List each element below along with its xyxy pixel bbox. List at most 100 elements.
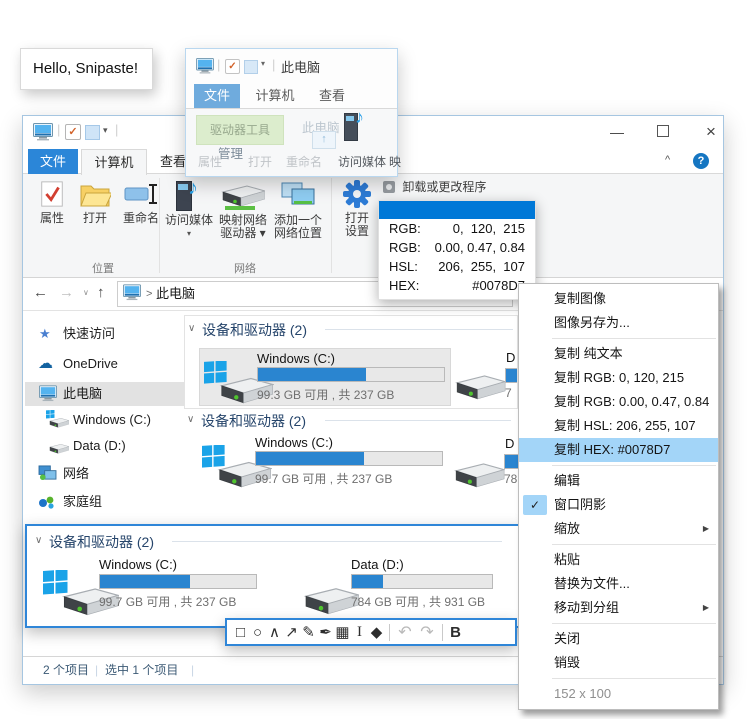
help-icon[interactable]: ? — [693, 153, 709, 169]
menu-item-close[interactable]: 关闭 — [519, 627, 718, 651]
access-media-caret: ▾ — [164, 227, 214, 240]
forward-icon[interactable]: → — [59, 284, 74, 301]
hex-label: HEX: — [389, 276, 419, 295]
menu-item-save-image-as[interactable]: 图像另存为... — [519, 311, 718, 335]
open-settings-button[interactable]: 打开 设置 — [337, 179, 377, 238]
pinned-explorer-snippet[interactable]: | ✓ ▾ | 此电脑 文件 计算机 查看 驱动器工具 管理 此电脑 ↑ ♪ 属… — [185, 48, 398, 177]
mini-tab-file: 文件 — [194, 84, 240, 108]
capacity-bar — [505, 368, 518, 383]
menu-item-copy-hsl[interactable]: 复制 HSL: 206, 255, 107 — [519, 414, 718, 438]
sidebar-item-network[interactable]: 网络 — [23, 462, 186, 486]
sidebar-item-onedrive[interactable]: ☁ OneDrive — [23, 352, 186, 376]
sidebar-label: OneDrive — [63, 352, 118, 376]
tab-computer-label: 计算机 — [94, 155, 133, 170]
network-icon — [38, 465, 57, 489]
open-button[interactable]: 打开 — [75, 179, 115, 225]
add-network-location-button[interactable]: 添加一个 网络位置 — [270, 179, 326, 240]
more[interactable]: B — [447, 624, 464, 641]
capacity-bar — [99, 574, 257, 589]
sidebar-item-data-d[interactable]: Data (D:) — [23, 434, 186, 458]
up-icon[interactable]: ↑ — [97, 284, 105, 301]
mini-ribbon: 驱动器工具 管理 此电脑 ↑ ♪ 属性 打开 重命名 访问媒体 映 — [186, 109, 397, 176]
qat-dropdown-icon[interactable]: ▾ — [103, 125, 108, 136]
group-label-network: 网络 — [205, 260, 285, 276]
map-drive-button[interactable]: 映射网络 驱动器 ▾ — [216, 179, 270, 240]
ribbon-collapse-icon[interactable]: ^ — [665, 154, 670, 166]
drive-tile-c[interactable]: Windows (C:) 99.7 GB 可用 , 共 237 GB — [198, 433, 448, 489]
menu-separator — [552, 338, 716, 339]
snip-selection[interactable]: ∨ 设备和驱动器 (2) Windows (C:) 99.7 GB 可用 , 共… — [25, 524, 523, 628]
marker-tool[interactable]: ✒ — [317, 623, 334, 641]
map-drive-icon — [221, 200, 265, 214]
mini-tab-computer: 计算机 — [246, 84, 304, 108]
arrow-tool[interactable]: ↗ — [283, 623, 300, 641]
menu-item-window-shadow[interactable]: ✓ 窗口阴影 — [519, 493, 718, 517]
group-header: 设备和驱动器 (2) — [49, 532, 154, 552]
drive-info: 99.7 GB 可用 , 共 237 GB — [99, 593, 236, 610]
menu-item-replace-with-file[interactable]: 替换为文件... — [519, 572, 718, 596]
chevron-down-icon: ∨ — [188, 323, 195, 334]
mini-media-label: 访问媒体 — [338, 153, 386, 170]
status-divider: | — [95, 657, 98, 684]
breadcrumb-separator: > — [146, 282, 152, 306]
menu-item-copy-image[interactable]: 复制图像 — [519, 287, 718, 311]
menu-item-paste[interactable]: 粘贴 — [519, 548, 718, 572]
context-menu: 复制图像 图像另存为... 复制 纯文本 复制 RGB: 0, 120, 215… — [518, 283, 719, 710]
drive-c-icon — [49, 412, 69, 436]
menu-size-label: 152 x 100 — [519, 682, 718, 706]
mini-open-label: 打开 — [248, 153, 272, 170]
ribbon-divider — [331, 178, 332, 273]
menu-item-copy-hex[interactable]: 复制 HEX: #0078D7 — [519, 438, 718, 462]
qat-new-folder-icon[interactable] — [85, 125, 100, 140]
uninstall-icon — [383, 181, 395, 193]
chevron-down-icon: ∨ — [35, 535, 42, 546]
mosaic-tool[interactable]: ▦ — [334, 623, 351, 641]
group-rule — [172, 541, 502, 542]
access-media-label: 访问媒体 — [164, 214, 214, 227]
sidebar-item-windows-c[interactable]: Windows (C:) — [23, 408, 186, 432]
group-rule — [325, 329, 513, 330]
recent-dropdown-icon[interactable]: ∨ — [83, 288, 89, 297]
properties-button[interactable]: 属性 — [31, 179, 73, 225]
menu-item-copy-plain-text[interactable]: 复制 纯文本 — [519, 342, 718, 366]
hdd-icon — [453, 456, 505, 493]
uninstall-label: 卸载或更改程序 — [402, 180, 486, 194]
redo[interactable]: ↷ — [416, 622, 438, 642]
sidebar-label: 家庭组 — [63, 490, 102, 514]
hsl-label: HSL: — [389, 257, 418, 276]
menu-item-copy-rgb-float[interactable]: 复制 RGB: 0.00, 0.47, 0.84 — [519, 390, 718, 414]
sidebar-label: Data (D:) — [73, 434, 126, 458]
rect-tool[interactable]: □ — [232, 624, 249, 641]
menu-item-zoom[interactable]: 缩放▶ — [519, 517, 718, 541]
snip-toolbar: □ ○ ∧ ↗ ✎ ✒ ▦ I ◆ ↶ ↷ B — [225, 618, 517, 646]
tab-file[interactable]: 文件 — [28, 149, 78, 174]
capacity-bar — [351, 574, 493, 589]
close-button[interactable]: × — [695, 120, 727, 144]
maximize-button[interactable] — [647, 120, 679, 144]
pencil-tool[interactable]: ✎ — [300, 623, 317, 641]
polyline-tool[interactable]: ∧ — [266, 623, 283, 641]
undo[interactable]: ↶ — [394, 622, 416, 642]
menu-item-edit[interactable]: 编辑 — [519, 469, 718, 493]
menu-item-move-to-group[interactable]: 移动到分组▶ — [519, 596, 718, 620]
hello-snippet[interactable]: Hello, Snipaste! — [20, 48, 153, 90]
sidebar-item-this-pc[interactable]: 此电脑 — [25, 382, 185, 406]
tab-computer[interactable]: 计算机 — [81, 149, 147, 175]
gear-icon — [342, 198, 372, 212]
minimize-button[interactable]: — — [601, 120, 633, 144]
ellipse-tool[interactable]: ○ — [249, 624, 266, 641]
text-tool[interactable]: I — [351, 624, 368, 641]
breadcrumb-location[interactable]: 此电脑 — [156, 282, 195, 306]
uninstall-button[interactable]: 卸载或更改程序 — [383, 178, 533, 195]
pinned-drives-snippet[interactable]: ∨ 设备和驱动器 (2) Windows (C:) 99.3 GB 可用 , 共… — [184, 315, 518, 409]
sidebar-item-homegroup[interactable]: 家庭组 — [23, 490, 186, 514]
qat-properties-icon[interactable]: ✓ — [65, 124, 81, 140]
drive-tile-c: Windows (C:) 99.3 GB 可用 , 共 237 GB — [199, 348, 451, 406]
menu-item-copy-rgb[interactable]: 复制 RGB: 0, 120, 215 — [519, 366, 718, 390]
back-icon[interactable]: ← — [33, 284, 48, 301]
sidebar-item-quick-access[interactable]: ★ 快速访问 — [23, 322, 186, 346]
access-media-button[interactable]: ♪ 访问媒体 ▾ — [164, 179, 214, 240]
eraser-tool[interactable]: ◆ — [368, 623, 385, 641]
up-arrow-ghost-icon: ↑ — [312, 131, 336, 149]
menu-item-destroy[interactable]: 销毁 — [519, 651, 718, 675]
